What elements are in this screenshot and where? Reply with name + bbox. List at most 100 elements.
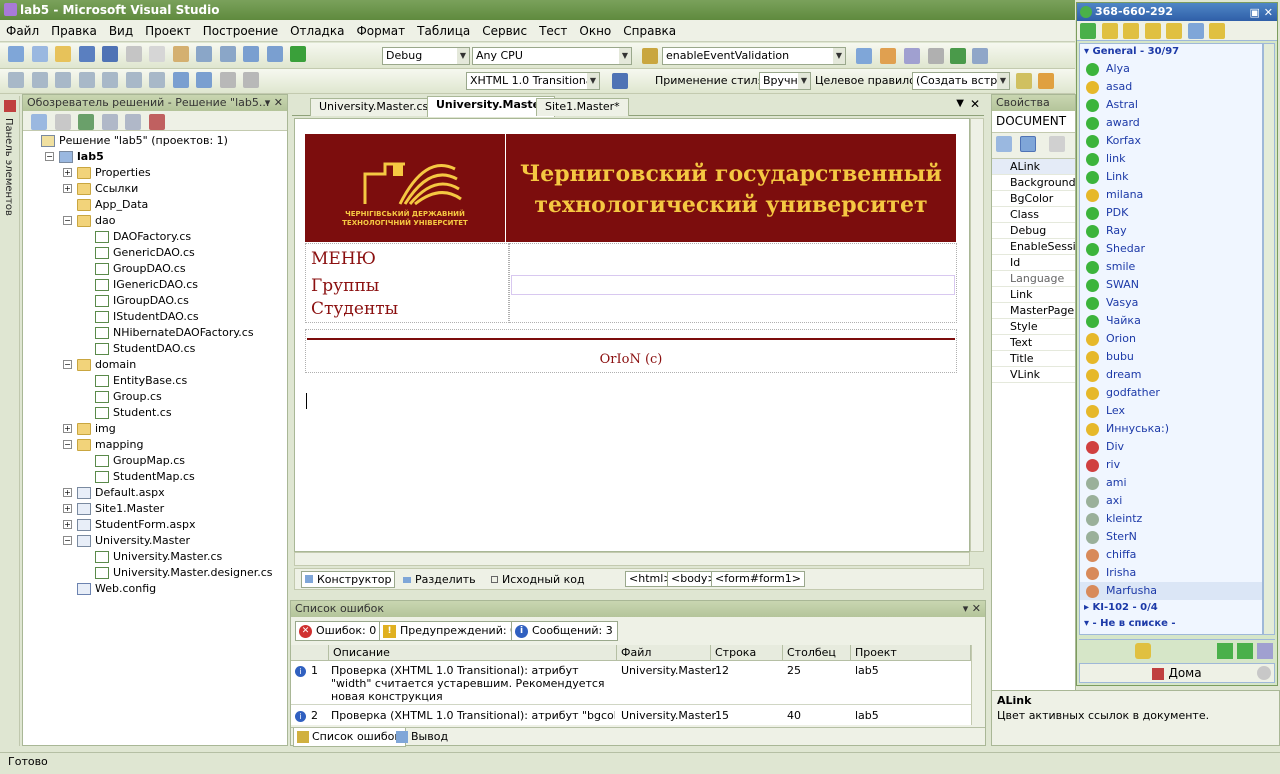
tree-item[interactable]: − University.Master xyxy=(23,533,287,549)
expand-icon[interactable]: + xyxy=(63,488,72,497)
errors-filter-button[interactable]: ✕ Ошибок: 0 xyxy=(295,621,382,641)
property-row[interactable]: Id xyxy=(992,255,1075,271)
column-header-index[interactable] xyxy=(291,645,329,661)
align-top-icon[interactable] xyxy=(78,72,95,88)
align-center-icon[interactable] xyxy=(31,72,48,88)
categorized-icon[interactable] xyxy=(996,136,1012,152)
save-all-icon[interactable] xyxy=(102,46,118,62)
contact-item[interactable]: Чайка xyxy=(1080,312,1262,330)
property-row[interactable]: Background xyxy=(992,175,1075,191)
icq-eye-icon[interactable] xyxy=(1257,666,1271,680)
contact-item[interactable]: Иннуська:) xyxy=(1080,420,1262,438)
design-view-button[interactable]: Конструктор xyxy=(301,571,396,588)
menu-format[interactable]: Формат xyxy=(350,20,411,42)
expand-icon[interactable]: + xyxy=(63,184,72,193)
property-row[interactable]: Language xyxy=(992,271,1075,287)
doctype-select[interactable]: XHTML 1.0 Transitional ▼ xyxy=(466,72,600,90)
menu-build[interactable]: Построение xyxy=(197,20,284,42)
vertical-scrollbar[interactable] xyxy=(970,118,984,552)
column-header-project[interactable]: Проект xyxy=(851,645,971,661)
tree-item[interactable]: − dao xyxy=(23,213,287,229)
icq-add-contact-icon[interactable] xyxy=(1217,643,1233,659)
tree-item[interactable]: + img xyxy=(23,421,287,437)
tree-item[interactable]: StudentDAO.cs xyxy=(23,341,287,357)
messages-filter-button[interactable]: i Сообщений: 3 xyxy=(511,621,618,641)
contact-item[interactable]: Shedar xyxy=(1080,240,1262,258)
icq-send-icon[interactable] xyxy=(1135,643,1151,659)
find-in-files-icon[interactable] xyxy=(642,48,658,64)
property-row[interactable]: Style xyxy=(992,319,1075,335)
navigate-backward-icon[interactable] xyxy=(243,46,259,62)
icq-group-icon[interactable] xyxy=(1101,23,1118,39)
platform-select[interactable]: Any CPU ▼ xyxy=(472,47,632,65)
menu-tools[interactable]: Сервис xyxy=(476,20,533,42)
contact-item[interactable]: Vasya xyxy=(1080,294,1262,312)
collapse-icon[interactable]: − xyxy=(63,360,72,369)
spacing-icon[interactable] xyxy=(149,72,165,88)
icq-status-button[interactable]: Дома xyxy=(1079,663,1275,683)
contact-item[interactable]: chiffa xyxy=(1080,546,1262,564)
comment-icon[interactable] xyxy=(172,72,189,88)
start-debug-icon[interactable] xyxy=(290,46,306,62)
icq-import-icon[interactable] xyxy=(1237,643,1253,659)
align-right-icon[interactable] xyxy=(55,72,71,88)
copy-website-icon[interactable] xyxy=(148,114,165,130)
open-file-icon[interactable] xyxy=(55,46,71,62)
contact-item[interactable]: Ray xyxy=(1080,222,1262,240)
property-row[interactable]: Link xyxy=(992,287,1075,303)
property-row[interactable]: BgColor xyxy=(992,191,1075,207)
menu-view[interactable]: Вид xyxy=(103,20,139,42)
properties-icon[interactable] xyxy=(31,114,47,130)
menu-test[interactable]: Тест xyxy=(533,20,573,42)
contact-item[interactable]: PDK xyxy=(1080,204,1262,222)
undo-icon[interactable] xyxy=(196,46,212,62)
contact-item[interactable]: Link xyxy=(1080,168,1262,186)
icq-group-general[interactable]: ▾ General - 30/97 xyxy=(1080,44,1262,60)
expand-icon[interactable]: + xyxy=(63,520,72,529)
icq-history-icon[interactable] xyxy=(1166,23,1182,39)
property-row[interactable]: Text xyxy=(992,335,1075,351)
menu-debug[interactable]: Отладка xyxy=(284,20,350,42)
outdent-icon[interactable] xyxy=(243,72,259,88)
properties-window-icon[interactable] xyxy=(880,48,896,64)
column-header-description[interactable]: Описание xyxy=(329,645,617,661)
icq-sound-icon[interactable] xyxy=(1123,23,1139,39)
contact-item[interactable]: SWAN xyxy=(1080,276,1262,294)
contact-item[interactable]: riv xyxy=(1080,456,1262,474)
contact-item[interactable]: award xyxy=(1080,114,1262,132)
split-view-button[interactable]: Разделить xyxy=(403,573,476,586)
contact-item[interactable]: kleintz xyxy=(1080,510,1262,528)
column-header-line[interactable]: Строка xyxy=(711,645,783,661)
view-designer-icon[interactable] xyxy=(125,114,141,130)
tree-item[interactable]: Group.cs xyxy=(23,389,287,405)
contact-item[interactable]: Orion xyxy=(1080,330,1262,348)
column-header-column[interactable]: Столбец xyxy=(783,645,851,661)
tree-item[interactable]: IStudentDAO.cs xyxy=(23,309,287,325)
close-icon[interactable]: ▾ ✕ xyxy=(265,95,283,111)
indent-icon[interactable] xyxy=(219,72,236,88)
property-row[interactable]: VLink xyxy=(992,367,1075,383)
tab-output[interactable]: Вывод xyxy=(393,728,452,747)
tree-item[interactable]: + StudentForm.aspx xyxy=(23,517,287,533)
menu-table[interactable]: Таблица xyxy=(411,20,476,42)
menu-file[interactable]: Файл xyxy=(0,20,45,42)
properties-object-select[interactable]: DOCUMENT xyxy=(992,111,1075,133)
contact-item[interactable]: SterN xyxy=(1080,528,1262,546)
contact-item[interactable]: Lex xyxy=(1080,402,1262,420)
expand-icon[interactable]: + xyxy=(63,424,72,433)
contact-item[interactable]: Korfax xyxy=(1080,132,1262,150)
tree-item[interactable]: EntityBase.cs xyxy=(23,373,287,389)
property-row[interactable]: Debug xyxy=(992,223,1075,239)
close-icon[interactable]: ▾ ✕ xyxy=(963,601,981,617)
solution-explorer-icon[interactable] xyxy=(856,48,872,64)
contact-item[interactable]: dream xyxy=(1080,366,1262,384)
property-row[interactable]: EnableSessio xyxy=(992,239,1075,255)
tree-item[interactable]: Решение "lab5" (проектов: 1) xyxy=(23,133,287,149)
icq-edit-icon[interactable] xyxy=(1257,643,1273,659)
table-row[interactable]: i 2 Проверка (XHTML 1.0 Transitional): а… xyxy=(291,706,971,725)
tree-item[interactable]: StudentMap.cs xyxy=(23,469,287,485)
tree-item[interactable]: − mapping xyxy=(23,437,287,453)
tree-item[interactable]: GroupDAO.cs xyxy=(23,261,287,277)
contact-item[interactable]: Marfusha xyxy=(1080,582,1262,600)
contact-item[interactable]: asad xyxy=(1080,78,1262,96)
